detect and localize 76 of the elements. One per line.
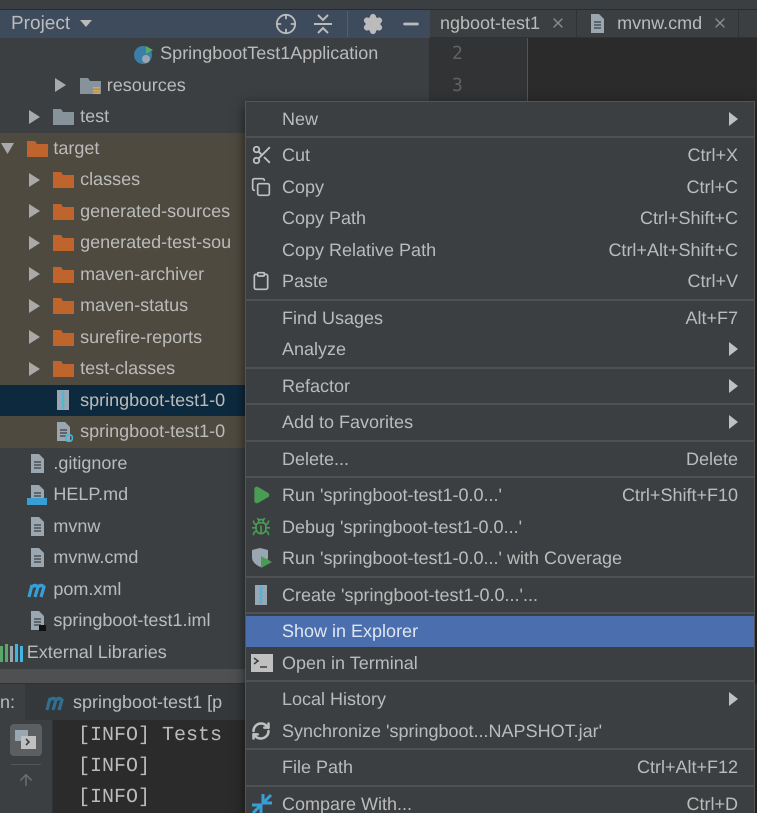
menu-item[interactable]: Show in Explorer: [246, 616, 754, 647]
editor-tab[interactable]: mvnw.cmd: [577, 10, 740, 37]
tree-item-label: maven-status: [80, 294, 188, 318]
folder-icon: [53, 171, 74, 188]
run-panel-label: n:: [0, 690, 16, 714]
shortcut-label: Delete: [686, 448, 738, 470]
menu-item[interactable]: File Path Ctrl+Alt+F12: [246, 752, 754, 783]
folder-icon: [53, 266, 74, 283]
resources-folder-icon: [80, 76, 102, 94]
folder-icon: [53, 108, 74, 126]
tree-item-label: HELP.md: [53, 483, 128, 506]
tree-item-label: target: [53, 136, 100, 160]
panel-title[interactable]: Project: [11, 10, 70, 38]
tree-item-label: springboot-test1-0: [80, 388, 226, 412]
collapsed-arrow-icon[interactable]: [54, 78, 68, 92]
tree-item-label: mvnw: [53, 514, 100, 538]
shortcut-label: Ctrl+D: [686, 792, 738, 813]
restore-layout-button[interactable]: [10, 724, 42, 756]
tree-item-label: surefire-reports: [80, 326, 202, 349]
console-line: [INFO] Tests: [78, 723, 222, 749]
tree-item-label: test: [80, 105, 110, 128]
console-line: [INFO]: [78, 754, 150, 780]
tree-item-label: classes: [80, 168, 140, 192]
collapsed-arrow-icon[interactable]: [28, 236, 41, 250]
shortcut-label: Ctrl+V: [687, 270, 738, 292]
tree-item-label: generated-test-sou: [80, 231, 232, 254]
locate-icon[interactable]: [275, 12, 297, 35]
settings-icon[interactable]: [362, 12, 384, 35]
shortcut-label: Ctrl+Alt+Shift+C: [608, 238, 738, 261]
collapsed-arrow-icon[interactable]: [28, 298, 41, 313]
shield-play-icon: [251, 547, 273, 570]
collapsed-arrow-icon[interactable]: [28, 330, 41, 344]
tree-item-label: springboot-test1-0: [80, 420, 226, 444]
arrows-icon: [251, 792, 273, 813]
terminal-icon: [251, 654, 273, 672]
dropdown-caret-icon[interactable]: [80, 20, 92, 28]
folder-icon: [53, 202, 74, 220]
tree-item-label: External Libraries: [26, 640, 167, 664]
windows-icon: [15, 730, 37, 750]
shortcut-label: Alt+F7: [685, 306, 738, 329]
tree-item-label: pom.xml: [53, 578, 122, 601]
tree-item-label: SpringbootTest1Application: [160, 42, 378, 66]
copy-icon: [251, 176, 271, 197]
collapsed-arrow-icon[interactable]: [28, 204, 41, 218]
folder-icon: [53, 297, 74, 314]
collapsed-arrow-icon[interactable]: [28, 267, 41, 282]
collapsed-arrow-icon[interactable]: [28, 362, 41, 376]
tree-item-label: .gitignore: [53, 452, 128, 475]
refresh-icon: [251, 720, 271, 741]
tree-item-label: mvnw.cmd: [53, 546, 138, 570]
bug-icon: [251, 516, 271, 537]
shortcut-label: Ctrl+C: [686, 176, 738, 198]
tree-item-label: generated-sources: [80, 200, 230, 223]
collapse-icon[interactable]: [313, 12, 333, 35]
markdown-file-icon: [26, 484, 47, 506]
tree-item-label: test-classes: [80, 357, 176, 380]
libraries-icon: [0, 642, 26, 662]
expanded-arrow-icon[interactable]: [1, 141, 14, 156]
folder-icon: [26, 140, 48, 157]
folder-icon: [53, 360, 74, 378]
tree-item-label: maven-archiver: [80, 262, 204, 286]
shortcut-label: Ctrl+Shift+F10: [622, 484, 738, 506]
collapsed-arrow-icon[interactable]: [28, 110, 41, 124]
collapsed-arrow-icon[interactable]: [28, 172, 41, 187]
editor-tab[interactable]: ngboot-test1: [430, 10, 578, 37]
shortcut-label: Ctrl+X: [687, 144, 738, 166]
console-line: [INFO]: [78, 785, 150, 811]
shortcut-label: Ctrl+Shift+C: [640, 207, 738, 230]
folder-icon: [53, 328, 74, 346]
shortcut-label: Ctrl+Alt+F12: [636, 756, 738, 778]
scissors-icon: [251, 144, 273, 166]
tree-item-label: springboot-test1.iml: [53, 609, 210, 632]
folder-icon: [53, 234, 74, 252]
clipboard-icon: [251, 271, 271, 292]
tree-item-label: resources: [106, 74, 186, 97]
scroll-up-icon[interactable]: [17, 771, 35, 789]
